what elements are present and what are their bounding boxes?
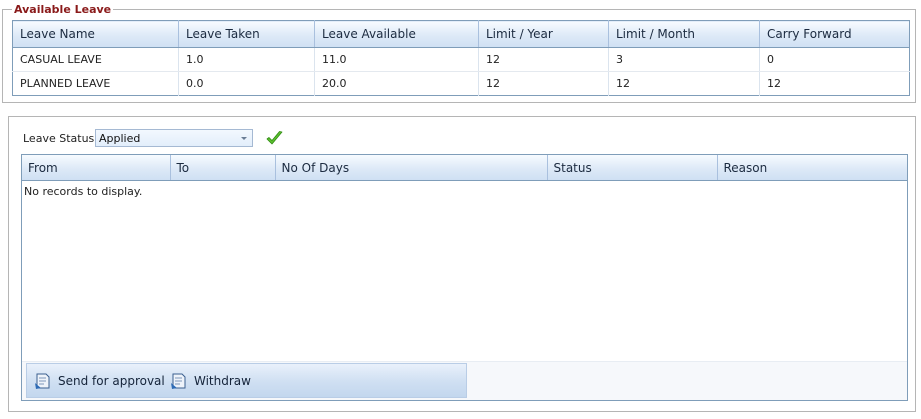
cell-leave-name: PLANNED LEAVE bbox=[12, 71, 179, 96]
checkmark-icon[interactable] bbox=[264, 128, 284, 148]
col-header-leave-available[interactable]: Leave Available bbox=[314, 20, 479, 48]
col-header-limit-year[interactable]: Limit / Year bbox=[478, 20, 609, 48]
leave-requests-grid: From To No Of Days Status Reason No reco… bbox=[21, 154, 908, 401]
document-send-icon bbox=[35, 373, 50, 389]
cell-limit-year: 12 bbox=[478, 47, 609, 72]
empty-grid-message: No records to display. bbox=[24, 185, 143, 198]
send-for-approval-button[interactable]: Send for approval bbox=[33, 370, 165, 392]
cell-leave-available: 20.0 bbox=[314, 71, 479, 96]
cell-carry-forward: 12 bbox=[767, 77, 781, 90]
cell-limit-year: 12 bbox=[478, 71, 609, 96]
col-header-status[interactable]: Status bbox=[547, 155, 718, 181]
cell-limit-month: 12 bbox=[608, 71, 760, 96]
leave-requests-panel: Leave Status Applied From To No Of Days bbox=[8, 116, 916, 412]
cell-leave-available: 11.0 bbox=[314, 47, 479, 72]
col-header-limit-month[interactable]: Limit / Month bbox=[608, 20, 760, 48]
cell-leave-taken: 1.0 bbox=[178, 47, 315, 72]
cell-limit-month: 3 bbox=[608, 47, 760, 72]
cell-leave-taken: 0.0 bbox=[178, 71, 315, 96]
withdraw-button[interactable]: Withdraw bbox=[169, 370, 251, 392]
col-header-leave-name[interactable]: Leave Name bbox=[12, 20, 179, 48]
grid-footer: Send for approval Withdraw bbox=[22, 361, 907, 400]
col-header-reason[interactable]: Reason bbox=[717, 155, 907, 181]
col-header-leave-taken[interactable]: Leave Taken bbox=[178, 20, 315, 48]
table-row[interactable]: CASUAL LEAVE 1.0 11.0 12 3 0 bbox=[12, 47, 910, 72]
chevron-down-icon[interactable] bbox=[241, 137, 247, 140]
grid-toolbar: Send for approval Withdraw bbox=[26, 363, 467, 398]
leave-status-label: Leave Status bbox=[23, 132, 95, 145]
available-leave-legend: Available Leave bbox=[12, 3, 114, 16]
available-leave-fieldset: Available Leave Leave Name Leave Taken L… bbox=[2, 3, 916, 103]
leave-status-select[interactable]: Applied bbox=[95, 129, 253, 147]
col-header-from[interactable]: From bbox=[22, 155, 171, 181]
document-withdraw-icon bbox=[171, 373, 186, 389]
col-header-no-of-days[interactable]: No Of Days bbox=[275, 155, 548, 181]
col-header-carry-forward[interactable]: Carry Forward bbox=[759, 20, 910, 48]
available-leave-grid: Leave Name Leave Taken Leave Available L… bbox=[12, 20, 910, 96]
cell-carry-forward: 0 bbox=[759, 47, 910, 72]
col-header-to[interactable]: To bbox=[170, 155, 276, 181]
cell-leave-name: CASUAL LEAVE bbox=[12, 47, 179, 72]
withdraw-label: Withdraw bbox=[194, 374, 251, 388]
table-row[interactable]: PLANNED LEAVE 0.0 20.0 12 12 12 bbox=[12, 71, 910, 96]
send-for-approval-label: Send for approval bbox=[58, 374, 165, 388]
leave-status-selected-value: Applied bbox=[99, 132, 141, 145]
